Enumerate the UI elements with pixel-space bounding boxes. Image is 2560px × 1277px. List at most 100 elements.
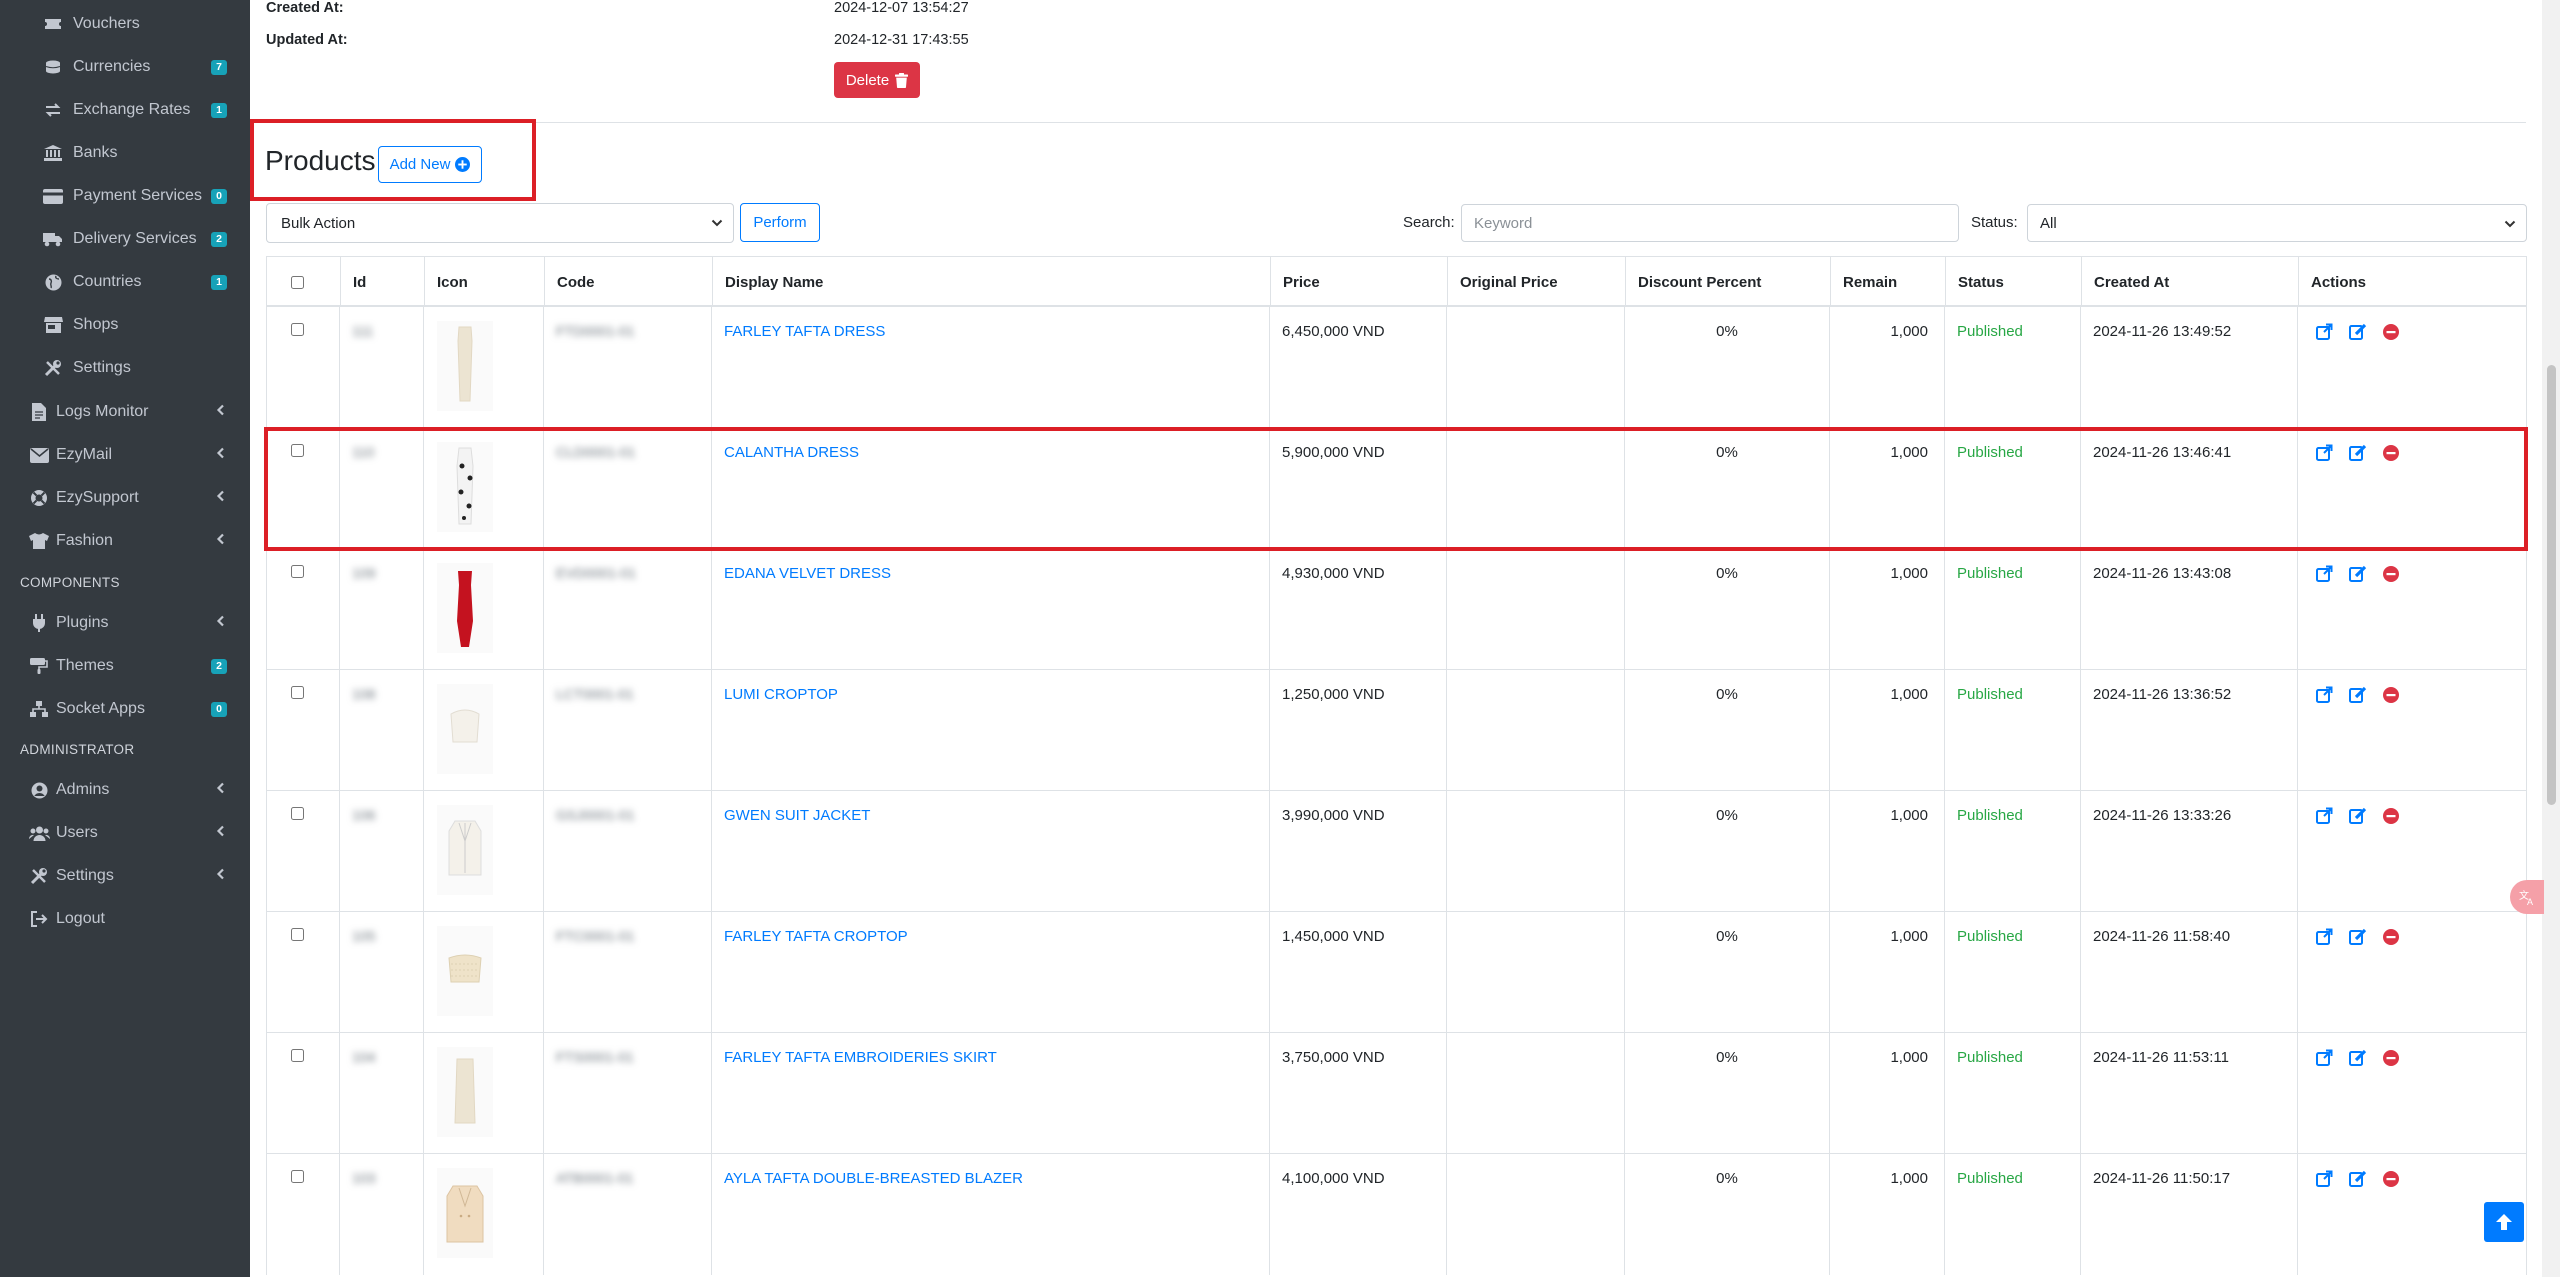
product-thumbnail	[437, 926, 493, 1016]
translate-button[interactable]: 文 A	[2510, 880, 2544, 914]
edit-icon[interactable]	[2349, 444, 2367, 465]
product-thumbnail	[437, 563, 493, 653]
sidebar-item-countries[interactable]: Countries 1	[0, 262, 250, 302]
row-checkbox[interactable]	[291, 323, 304, 336]
sidebar-item-shops[interactable]: Shops	[0, 305, 250, 345]
cell-original-price	[1447, 549, 1625, 670]
sidebar-item-vouchers[interactable]: Vouchers	[0, 4, 250, 44]
select-all-checkbox[interactable]	[291, 275, 304, 289]
sidebar-item-logout[interactable]: Logout	[0, 899, 250, 939]
delete-icon[interactable]	[2383, 1170, 2399, 1191]
scroll-to-top-button[interactable]	[2484, 1202, 2524, 1242]
status-badge: Published	[1957, 1170, 2023, 1187]
product-code: FTS0001-01	[556, 1049, 634, 1065]
add-new-button[interactable]: Add New	[378, 146, 482, 183]
product-remain: 1,000	[1890, 444, 1928, 461]
cell-select	[266, 912, 340, 1033]
sidebar-item-logs-monitor[interactable]: Logs Monitor	[0, 392, 250, 432]
product-name-link[interactable]: LUMI CROPTOP	[724, 686, 838, 703]
count-badge: 0	[211, 701, 227, 717]
arrow-up-icon	[2496, 1214, 2512, 1230]
cell-remain: 1,000	[1830, 1033, 1945, 1154]
external-link-icon[interactable]	[2316, 444, 2333, 465]
edit-icon[interactable]	[2349, 1049, 2367, 1070]
external-link-icon[interactable]	[2316, 565, 2333, 586]
edit-icon[interactable]	[2349, 807, 2367, 828]
delete-icon[interactable]	[2383, 928, 2399, 949]
external-link-icon[interactable]	[2316, 1170, 2333, 1191]
edit-icon[interactable]	[2349, 323, 2367, 344]
sidebar-item-socket-apps[interactable]: Socket Apps 0	[0, 689, 250, 729]
sidebar-item-label: Banks	[73, 144, 118, 161]
sidebar-item-payment-services[interactable]: Payment Services 0	[0, 176, 250, 216]
bulk-action-select[interactable]: Bulk Action	[266, 203, 734, 243]
cell-id: 109	[340, 549, 424, 670]
sidebar-item-banks[interactable]: Banks	[0, 133, 250, 173]
sidebar-item-fashion[interactable]: Fashion	[0, 521, 250, 561]
sidebar-item-ezymail[interactable]: EzyMail	[0, 435, 250, 475]
product-id: 108	[352, 686, 376, 702]
sidebar-item-admins[interactable]: Admins	[0, 770, 250, 810]
sidebar-item-themes[interactable]: Themes 2	[0, 646, 250, 686]
sidebar-item-label: Delivery Services	[73, 230, 197, 247]
product-name-link[interactable]: AYLA TAFTA DOUBLE-BREASTED BLAZER	[724, 1170, 1023, 1187]
product-thumbnail	[437, 1047, 493, 1137]
search-input[interactable]	[1461, 204, 1959, 242]
external-link-icon[interactable]	[2316, 807, 2333, 828]
product-name-link[interactable]: FARLEY TAFTA EMBROIDERIES SKIRT	[724, 1049, 997, 1066]
delete-icon[interactable]	[2383, 1049, 2399, 1070]
cell-created-at: 2024-11-26 13:46:41	[2081, 428, 2298, 549]
envelope-icon	[26, 442, 52, 468]
sidebar-item-exchange-rates[interactable]: Exchange Rates 1	[0, 90, 250, 130]
cell-icon	[424, 1033, 544, 1154]
row-checkbox[interactable]	[291, 807, 304, 820]
perform-button[interactable]: Perform	[740, 203, 820, 242]
edit-icon[interactable]	[2349, 686, 2367, 707]
row-checkbox[interactable]	[291, 1170, 304, 1183]
row-checkbox[interactable]	[291, 686, 304, 699]
delete-icon[interactable]	[2383, 323, 2399, 344]
sidebar-item-settings[interactable]: Settings	[0, 856, 250, 896]
product-name-link[interactable]: CALANTHA DRESS	[724, 444, 859, 461]
sidebar-item-delivery-services[interactable]: Delivery Services 2	[0, 219, 250, 259]
product-code: LCT0001-01	[556, 686, 634, 702]
product-name-link[interactable]: EDANA VELVET DRESS	[724, 565, 891, 582]
external-link-icon[interactable]	[2316, 928, 2333, 949]
sidebar-item-currencies[interactable]: Currencies 7	[0, 47, 250, 87]
row-checkbox[interactable]	[291, 444, 304, 457]
delete-button[interactable]: Delete	[834, 62, 920, 98]
product-name-link[interactable]: FARLEY TAFTA CROPTOP	[724, 928, 908, 945]
count-badge: 2	[211, 658, 227, 674]
delete-icon[interactable]	[2383, 686, 2399, 707]
column-header-original-price: Original Price	[1448, 257, 1626, 307]
edit-icon[interactable]	[2349, 928, 2367, 949]
sidebar-item-label: Socket Apps	[56, 700, 145, 717]
delete-icon[interactable]	[2383, 565, 2399, 586]
product-name-link[interactable]: GWEN SUIT JACKET	[724, 807, 870, 824]
row-checkbox[interactable]	[291, 928, 304, 941]
delete-icon[interactable]	[2383, 807, 2399, 828]
sidebar-item-label: Countries	[73, 273, 142, 290]
edit-icon[interactable]	[2349, 565, 2367, 586]
column-header-select[interactable]	[267, 257, 341, 307]
cell-remain: 1,000	[1830, 791, 1945, 912]
external-link-icon[interactable]	[2316, 323, 2333, 344]
edit-icon[interactable]	[2349, 1170, 2367, 1191]
sidebar-item-plugins[interactable]: Plugins	[0, 603, 250, 643]
scrollbar-thumb[interactable]	[2547, 365, 2556, 805]
sidebar-item-ezysupport[interactable]: EzySupport	[0, 478, 250, 518]
sidebar-item-users[interactable]: Users	[0, 813, 250, 853]
cell-original-price	[1447, 670, 1625, 791]
external-link-icon[interactable]	[2316, 686, 2333, 707]
status-filter-select[interactable]: All	[2027, 204, 2527, 242]
status-badge: Published	[1957, 565, 2023, 582]
delete-icon[interactable]	[2383, 444, 2399, 465]
cell-code: FTD0001-01	[544, 307, 712, 428]
cell-created-at: 2024-11-26 13:33:26	[2081, 791, 2298, 912]
sidebar-item-settings[interactable]: Settings	[0, 348, 250, 388]
product-name-link[interactable]: FARLEY TAFTA DRESS	[724, 323, 885, 340]
row-checkbox[interactable]	[291, 565, 304, 578]
external-link-icon[interactable]	[2316, 1049, 2333, 1070]
row-checkbox[interactable]	[291, 1049, 304, 1062]
product-id: 103	[352, 1170, 376, 1186]
